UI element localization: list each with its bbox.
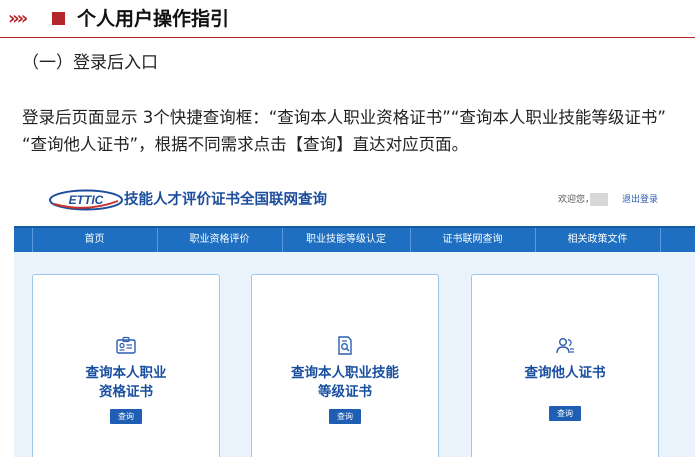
welcome-text: 欢迎您， — [558, 195, 595, 205]
card-title-line-2: 资格证书 — [99, 384, 153, 400]
nav-separator — [660, 228, 661, 252]
sub-heading: （一）登录后入口 — [22, 53, 158, 73]
section-title: 个人用户操作指引 — [77, 8, 230, 30]
query-button[interactable]: 查询 — [329, 409, 361, 424]
paragraph-line-1: 登录后页面显示 3个快捷查询框：“查询本人职业资格证书”“查询本人职业技能等级证… — [22, 108, 666, 127]
username-redacted — [590, 193, 608, 206]
query-card-others: 查询他人证书 查询 — [471, 274, 659, 457]
body-paragraph: 登录后页面显示 3个快捷查询框：“查询本人职业资格证书”“查询本人职业技能等级证… — [22, 104, 695, 158]
card-title-line-1: 查询他人证书 — [524, 365, 606, 381]
logout-link[interactable]: 退出登录 — [622, 194, 658, 206]
query-button[interactable]: 查询 — [549, 406, 581, 421]
nav-item-cert-query[interactable]: 证书联网查询 — [410, 228, 535, 252]
query-card-skill-level: 查询本人职业技能 等级证书 查询 — [251, 274, 439, 457]
query-card-qualification: 查询本人职业 资格证书 查询 — [32, 274, 220, 457]
nav-item-policy[interactable]: 相关政策文件 — [535, 228, 660, 252]
main-nav: 首页 职业资格评价 职业技能等级认定 证书联网查询 相关政策文件 — [14, 226, 695, 252]
card-title: 查询本人职业 资格证书 — [33, 364, 219, 402]
logo-badge-text: ETTIC — [69, 193, 104, 207]
red-square-icon — [52, 12, 65, 25]
document-search-icon — [338, 336, 352, 355]
site-screenshot: ETTIC 技能人才评价证书全国联网查询 欢迎您， 退出登录 首页 职业资格评价… — [14, 176, 695, 457]
ettic-logo-icon: ETTIC — [49, 189, 123, 211]
paragraph-line-2: “查询他人证书”，根据不同需求点击【查询】直达对应页面。 — [22, 135, 469, 154]
user-group-icon — [556, 338, 574, 354]
site-title: 技能人才评价证书全国联网查询 — [124, 192, 327, 208]
card-title-line-2: 等级证书 — [318, 384, 372, 400]
section-header: »» 个人用户操作指引 — [0, 0, 695, 38]
double-chevron-right-icon: »» — [8, 8, 28, 29]
nav-item-skill-level[interactable]: 职业技能等级认定 — [282, 228, 410, 252]
card-title-line-1: 查询本人职业技能 — [291, 365, 399, 381]
nav-item-home[interactable]: 首页 — [32, 228, 157, 252]
id-card-icon — [116, 336, 136, 354]
query-button[interactable]: 查询 — [110, 409, 142, 424]
card-title: 查询本人职业技能 等级证书 — [252, 364, 438, 402]
card-title-line-1: 查询本人职业 — [85, 365, 167, 381]
nav-item-qualification[interactable]: 职业资格评价 — [157, 228, 282, 252]
card-title: 查询他人证书 — [472, 364, 658, 383]
